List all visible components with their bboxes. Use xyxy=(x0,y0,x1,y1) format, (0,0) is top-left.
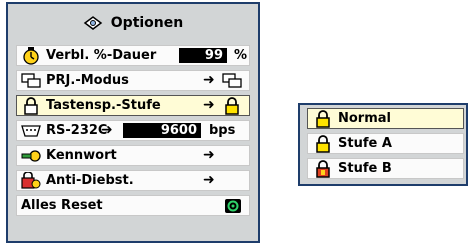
menu-item-label: Verbl. %-Dauer xyxy=(46,48,157,63)
rs232c-port-icon xyxy=(20,122,42,140)
submenu-arrow: ➜ xyxy=(203,172,215,188)
reset-icon xyxy=(222,197,244,215)
submenu-arrow: ➜ xyxy=(101,122,113,138)
baud-rate-value: 9600 xyxy=(123,123,201,138)
submenu-arrow: ➜ xyxy=(203,97,215,113)
menu-item-label: RS-232C xyxy=(46,123,108,138)
key-icon xyxy=(20,147,42,165)
menu-title: Optionen xyxy=(110,15,184,31)
lock-icon xyxy=(20,96,42,115)
submenu-item-label: Stufe A xyxy=(338,136,392,151)
anti-theft-icon xyxy=(20,171,42,190)
menu-item-label: Alles Reset xyxy=(21,198,103,213)
options-icon xyxy=(83,16,103,30)
menu-item-all-reset[interactable]: Alles Reset xyxy=(16,195,250,216)
submenu-arrow: ➜ xyxy=(203,147,215,163)
lock-icon xyxy=(312,109,334,128)
menu-item-lamp-timer[interactable]: Verbl. %-Dauer 99 % xyxy=(16,45,250,66)
lock-icon xyxy=(221,96,243,115)
menu-item-keylock-level[interactable]: Tastensp.-Stufe ➜ xyxy=(16,95,250,116)
projector-mode-icon xyxy=(20,72,42,90)
projector-mode-icon xyxy=(221,72,243,90)
lock-red-icon xyxy=(312,159,334,178)
timer-icon xyxy=(20,46,42,65)
submenu-item-label: Stufe B xyxy=(338,161,392,176)
submenu-arrow: ➜ xyxy=(203,72,215,88)
keylock-submenu: Normal Stufe A Stufe B xyxy=(298,103,468,186)
submenu-item-label: Normal xyxy=(338,111,391,126)
lamp-timer-value: 99 xyxy=(179,48,227,63)
options-menu: Optionen Verbl. %-Dauer 99 % PRJ.-Modus … xyxy=(6,2,260,243)
menu-item-label: Anti-Diebst. xyxy=(46,173,134,188)
menu-item-password[interactable]: Kennwort ➜ xyxy=(16,145,250,166)
submenu-item-stufe-a[interactable]: Stufe A xyxy=(307,133,464,154)
menu-item-prj-mode[interactable]: PRJ.-Modus ➜ xyxy=(16,70,250,91)
submenu-item-stufe-b[interactable]: Stufe B xyxy=(307,158,464,179)
baud-rate-unit: bps xyxy=(209,123,236,138)
submenu-item-normal[interactable]: Normal xyxy=(307,108,464,129)
menu-item-label: Tastensp.-Stufe xyxy=(46,98,161,113)
menu-item-rs232c[interactable]: RS-232C ➜ 9600 bps xyxy=(16,120,250,141)
lock-icon xyxy=(312,134,334,153)
menu-title-bar: Optionen xyxy=(8,4,258,42)
menu-item-anti-theft[interactable]: Anti-Diebst. ➜ xyxy=(16,170,250,191)
lamp-timer-unit: % xyxy=(234,48,248,63)
menu-item-label: PRJ.-Modus xyxy=(46,73,129,88)
menu-item-label: Kennwort xyxy=(46,148,117,163)
